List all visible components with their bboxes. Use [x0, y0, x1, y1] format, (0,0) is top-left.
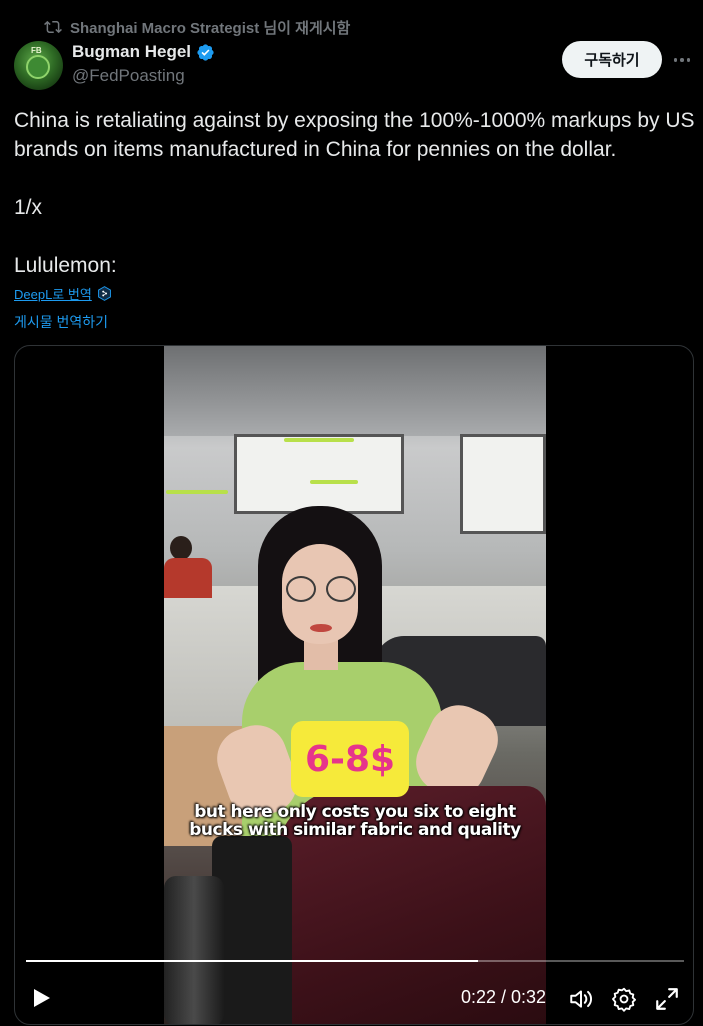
video-spool — [212, 836, 292, 1024]
volume-icon[interactable] — [568, 986, 594, 1012]
deepl-translate-link[interactable]: DeepL로 번역 — [14, 284, 112, 303]
video-progress-bar[interactable] — [26, 960, 684, 962]
video-ceiling — [164, 346, 546, 436]
video-time: 0:22 / 0:32 — [461, 987, 547, 1007]
author-name-row[interactable]: Bugman Hegel — [72, 42, 215, 62]
video-player[interactable]: 6-8$ but here only costs you six to eigh… — [14, 345, 694, 1025]
subscribe-button[interactable]: 구독하기 — [562, 41, 662, 78]
tweet-text: China is retaliating against by exposing… — [14, 109, 695, 277]
play-icon[interactable] — [29, 986, 53, 1010]
more-horizontal-icon[interactable] — [672, 50, 692, 70]
video-worker — [164, 536, 224, 606]
settings-icon[interactable] — [611, 986, 637, 1012]
repost-indicator[interactable]: Shanghai Macro Strategist 님이 재게시함 — [44, 16, 350, 38]
video-frame[interactable]: 6-8$ but here only costs you six to eigh… — [164, 346, 546, 1024]
deepl-icon — [97, 286, 111, 301]
verified-badge-icon[interactable] — [196, 43, 215, 62]
video-progress-fill — [26, 960, 479, 962]
video-machine — [164, 876, 224, 1024]
price-overlay: 6-8$ — [291, 721, 409, 797]
avatar[interactable]: FB — [14, 41, 63, 90]
author-name[interactable]: Bugman Hegel — [72, 42, 191, 62]
avatar-face — [26, 55, 50, 79]
video-window — [460, 434, 546, 534]
video-fan — [310, 480, 358, 484]
video-fan — [284, 438, 354, 442]
video-fan — [166, 490, 228, 494]
avatar-badge: FB — [31, 46, 42, 55]
repost-icon — [44, 20, 62, 34]
video-caption: but here only costs you six to eight buc… — [189, 802, 521, 840]
author-handle[interactable]: @FedPoasting — [72, 66, 185, 86]
fullscreen-icon[interactable] — [654, 986, 680, 1012]
repost-text[interactable]: Shanghai Macro Strategist 님이 재게시함 — [70, 17, 350, 38]
video-window — [234, 434, 404, 514]
translate-post-link[interactable]: 게시물 번역하기 — [14, 312, 108, 332]
deepl-label[interactable]: DeepL로 번역 — [14, 284, 92, 303]
